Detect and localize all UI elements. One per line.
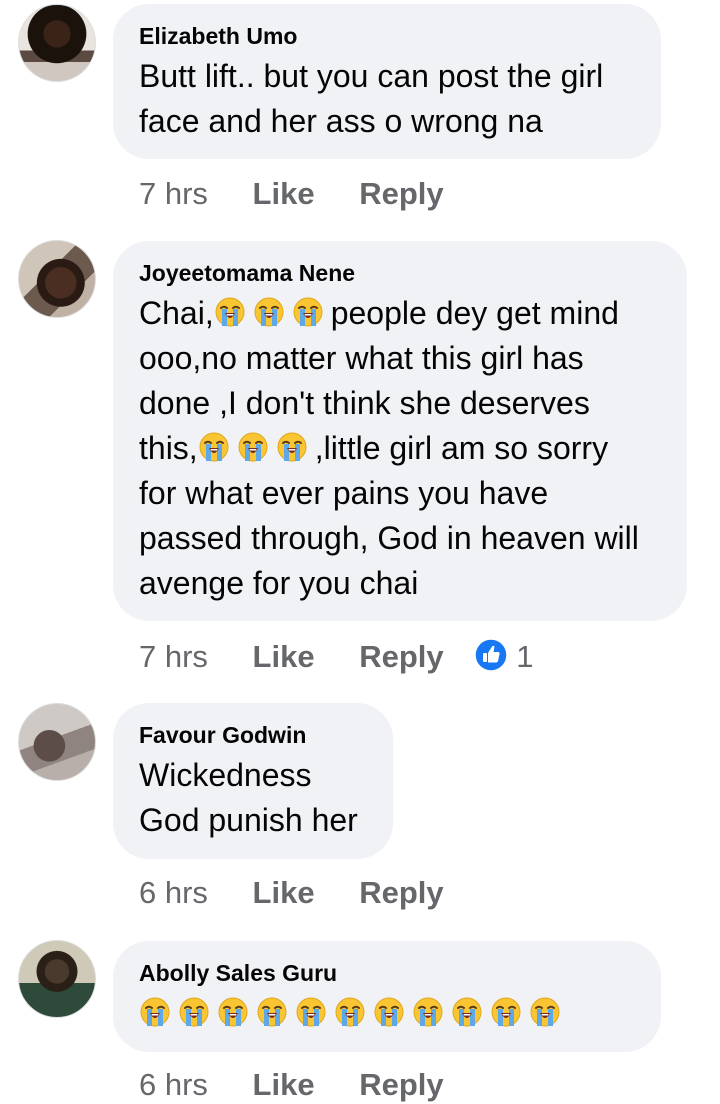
text-segment: people dey get mind bbox=[330, 295, 619, 331]
text-segment: this, bbox=[139, 430, 198, 466]
emoji-row bbox=[139, 995, 635, 1031]
loudly-crying-face-icon bbox=[529, 996, 561, 1028]
loudly-crying-face-icon bbox=[217, 996, 249, 1028]
text-segment: Chai, bbox=[139, 295, 214, 331]
loudly-crying-face-icon bbox=[295, 996, 327, 1028]
comment-bubble: Abolly Sales Guru bbox=[113, 941, 661, 1052]
comment-line: done ,I don't think she deserves bbox=[139, 385, 590, 421]
loudly-crying-face-icon bbox=[490, 996, 522, 1028]
timestamp[interactable]: 7 hrs bbox=[139, 639, 208, 674]
reaction-count[interactable]: 1 bbox=[516, 639, 533, 674]
comment-bubble: Favour Godwin Wickedness God punish her bbox=[113, 703, 393, 859]
comment-actions: 6 hrs Like Reply bbox=[139, 1067, 444, 1103]
comment-bubble: Joyeetomama Nene Chai, people dey get min… bbox=[113, 241, 687, 621]
reply-button[interactable]: Reply bbox=[359, 875, 443, 910]
comment-text: Wickedness God punish her bbox=[139, 753, 367, 843]
loudly-crying-face-icon bbox=[214, 296, 246, 328]
author-name[interactable]: Abolly Sales Guru bbox=[139, 959, 635, 987]
comment-line: ooo,no matter what this girl has bbox=[139, 340, 584, 376]
loudly-crying-face-icon bbox=[334, 996, 366, 1028]
timestamp[interactable]: 7 hrs bbox=[139, 176, 208, 211]
avatar[interactable] bbox=[18, 703, 96, 781]
avatar[interactable] bbox=[18, 240, 96, 318]
like-button[interactable]: Like bbox=[253, 1067, 315, 1102]
reply-button[interactable]: Reply bbox=[359, 1067, 443, 1102]
comment-text: Chai, people dey get mind ooo,no matter w… bbox=[139, 291, 661, 606]
comment-line: Butt lift.. but you can post the girl bbox=[139, 58, 604, 94]
reply-button[interactable]: Reply bbox=[359, 176, 443, 211]
comment-actions: 7 hrs Like Reply bbox=[139, 176, 444, 212]
loudly-crying-face-icon bbox=[198, 431, 230, 463]
emoji-group bbox=[198, 430, 315, 466]
avatar[interactable] bbox=[18, 940, 96, 1018]
loudly-crying-face-icon bbox=[412, 996, 444, 1028]
loudly-crying-face-icon bbox=[253, 296, 285, 328]
comment-line: Wickedness bbox=[139, 757, 312, 793]
loudly-crying-face-icon bbox=[373, 996, 405, 1028]
text-segment: ,little girl am so sorry bbox=[314, 430, 609, 466]
loudly-crying-face-icon bbox=[237, 431, 269, 463]
loudly-crying-face-icon bbox=[256, 996, 288, 1028]
author-name[interactable]: Joyeetomama Nene bbox=[139, 259, 661, 287]
comment-line: God punish her bbox=[139, 802, 358, 838]
like-button[interactable]: Like bbox=[253, 639, 315, 674]
loudly-crying-face-icon bbox=[451, 996, 483, 1028]
comment-text: Butt lift.. but you can post the girl fa… bbox=[139, 54, 635, 144]
avatar[interactable] bbox=[18, 4, 96, 82]
comment-line: this, ,little girl am so sorry bbox=[139, 426, 661, 471]
reply-button[interactable]: Reply bbox=[359, 639, 443, 674]
author-name[interactable]: Favour Godwin bbox=[139, 721, 367, 749]
thumbs-up-icon[interactable] bbox=[474, 638, 508, 680]
comment-bubble: Elizabeth Umo Butt lift.. but you can po… bbox=[113, 4, 661, 159]
comment-line: Chai, people dey get mind bbox=[139, 291, 661, 336]
comment-line: passed through, God in heaven will bbox=[139, 520, 639, 556]
author-name[interactable]: Elizabeth Umo bbox=[139, 22, 635, 50]
comment-actions: 6 hrs Like Reply bbox=[139, 875, 444, 911]
like-button[interactable]: Like bbox=[253, 875, 315, 910]
loudly-crying-face-icon bbox=[178, 996, 210, 1028]
comment-actions: 7 hrs Like Reply 1 bbox=[139, 638, 534, 680]
comment-line: for what ever pains you have bbox=[139, 475, 549, 511]
loudly-crying-face-icon bbox=[276, 431, 308, 463]
loudly-crying-face-icon bbox=[139, 996, 171, 1028]
comment-text bbox=[139, 995, 635, 1031]
timestamp[interactable]: 6 hrs bbox=[139, 875, 208, 910]
like-button[interactable]: Like bbox=[253, 176, 315, 211]
emoji-group bbox=[139, 995, 568, 1031]
timestamp[interactable]: 6 hrs bbox=[139, 1067, 208, 1102]
comment-line: avenge for you chai bbox=[139, 565, 419, 601]
loudly-crying-face-icon bbox=[292, 296, 324, 328]
comment-line: face and her ass o wrong na bbox=[139, 103, 543, 139]
emoji-group bbox=[214, 295, 331, 331]
